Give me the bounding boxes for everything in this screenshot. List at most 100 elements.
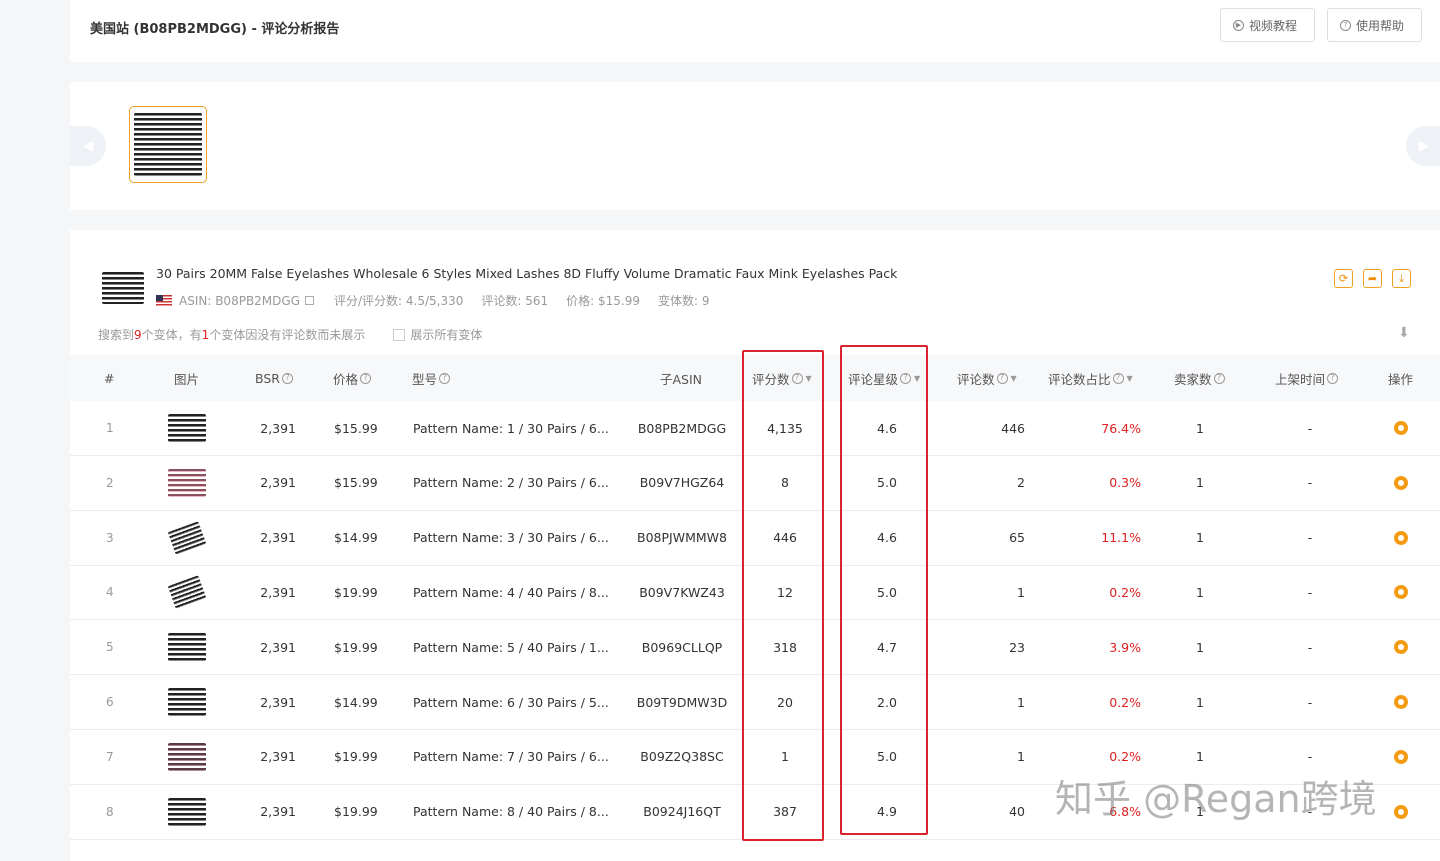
question-icon[interactable]: ? [791, 372, 803, 384]
analyze-icon[interactable] [1394, 640, 1408, 655]
row-action[interactable] [1394, 565, 1408, 619]
table-row: 2 2,391 $15.99 Pattern Name: 2 / 30 Pair… [70, 456, 1440, 511]
row-stars: 4.9 [877, 804, 897, 820]
row-price: $14.99 [334, 530, 378, 546]
question-icon[interactable]: ? [439, 372, 451, 384]
row-sellers: 1 [1196, 584, 1204, 600]
col-listed-date[interactable]: 上架时间? [1275, 355, 1339, 401]
row-action[interactable] [1394, 785, 1408, 839]
row-thumbnail[interactable] [167, 565, 207, 619]
row-reviews: 1 [1017, 749, 1025, 765]
row-listed-date: - [1307, 475, 1313, 491]
row-child-asin[interactable]: B08PJWMMW8 [627, 511, 737, 565]
report-header: 美国站 (B08PB2MDGG) - 评论分析报告 ▶ 视频教程 ? 使用帮助 [70, 0, 1440, 62]
analyze-icon[interactable] [1394, 421, 1408, 435]
col-sellers[interactable]: 卖家数? [1174, 355, 1225, 401]
gallery-thumbnail[interactable] [129, 106, 207, 183]
analyze-icon[interactable] [1394, 530, 1408, 545]
row-bsr: 2,391 [260, 639, 296, 655]
row-thumbnail[interactable] [167, 675, 207, 729]
row-bsr: 2,391 [260, 584, 296, 600]
row-index: 2 [106, 475, 114, 490]
question-icon[interactable]: ? [1213, 372, 1225, 384]
row-child-asin[interactable]: B09V7KWZ43 [627, 565, 737, 619]
row-listed-date: - [1307, 530, 1313, 546]
row-index: 3 [106, 530, 114, 545]
row-bsr: 2,391 [260, 804, 296, 820]
question-icon[interactable]: ? [281, 372, 293, 384]
row-child-asin[interactable]: B09Z2Q38SC [627, 730, 737, 784]
row-thumbnail[interactable] [167, 620, 207, 674]
row-sellers: 1 [1196, 694, 1204, 710]
row-action[interactable] [1394, 456, 1408, 510]
analyze-icon[interactable] [1394, 585, 1408, 600]
question-icon[interactable]: ? [360, 372, 372, 384]
chevron-down-icon[interactable]: ▼ [1011, 374, 1017, 383]
gallery-next-button[interactable]: ▶ [1406, 126, 1440, 166]
analyze-icon[interactable] [1394, 749, 1408, 764]
row-model: Pattern Name: 3 / 30 Pairs / 6... [413, 530, 609, 546]
chevron-down-icon[interactable]: ▼ [1127, 374, 1133, 383]
chevron-down-icon[interactable]: ▼ [806, 374, 812, 383]
row-child-asin[interactable]: B0924J16QT [627, 785, 737, 839]
row-stars: 5.0 [877, 584, 897, 600]
row-price: $19.99 [334, 749, 378, 765]
row-child-asin[interactable]: B09V7HGZ64 [627, 456, 737, 510]
row-stars: 4.7 [877, 639, 897, 655]
table-header: # 图片 BSR? 价格? 型号? 子ASIN 评分数? ▼ 评论星级? ▼ 评论数… [70, 355, 1440, 401]
row-ratings: 318 [773, 639, 797, 655]
row-thumbnail[interactable] [167, 401, 207, 455]
refresh-icon[interactable]: ⟳ [1334, 269, 1353, 288]
show-all-checkbox[interactable] [393, 328, 406, 341]
row-index: 7 [106, 749, 114, 764]
row-reviews: 23 [1009, 639, 1025, 655]
external-link-icon[interactable] [305, 296, 314, 305]
analyze-icon[interactable] [1394, 695, 1408, 709]
analyze-icon[interactable] [1394, 475, 1408, 490]
help-button[interactable]: ? 使用帮助 [1327, 8, 1422, 42]
share-icon[interactable]: ➦ [1363, 269, 1382, 288]
rating-summary: 评分/评分数: 4.5/5,330 [334, 294, 464, 308]
row-thumbnail[interactable] [167, 456, 207, 510]
col-price[interactable]: 价格? [333, 355, 372, 401]
col-reviews[interactable]: 评论数? ▼ [957, 355, 1017, 401]
row-action[interactable] [1394, 620, 1408, 674]
export-icon[interactable]: ⤓ [1392, 269, 1411, 288]
row-price: $15.99 [334, 475, 378, 491]
video-tutorial-button[interactable]: ▶ 视频教程 [1220, 8, 1315, 42]
download-icon[interactable]: ⬇ [1398, 326, 1412, 340]
row-action[interactable] [1394, 401, 1408, 455]
row-bsr: 2,391 [260, 530, 296, 546]
row-index: 1 [106, 421, 114, 435]
page-title: 美国站 (B08PB2MDGG) - 评论分析报告 [90, 22, 340, 37]
show-all-label[interactable]: 展示所有变体 [410, 326, 482, 343]
row-model: Pattern Name: 7 / 30 Pairs / 6... [413, 749, 609, 765]
row-child-asin[interactable]: B09T9DMW3D [627, 675, 737, 729]
row-action[interactable] [1394, 730, 1408, 784]
row-child-asin[interactable]: B08PB2MDGG [627, 401, 737, 455]
row-index: 6 [106, 695, 114, 709]
row-child-asin[interactable]: B0969CLLQP [627, 620, 737, 674]
row-thumbnail[interactable] [167, 785, 207, 839]
row-thumbnail[interactable] [167, 730, 207, 784]
row-ratings: 446 [773, 530, 797, 546]
question-icon[interactable]: ? [1112, 372, 1124, 384]
asin-link[interactable]: ASIN: B08PB2MDGG [179, 294, 300, 308]
col-bsr[interactable]: BSR? [255, 355, 293, 401]
row-listed-date: - [1307, 639, 1313, 655]
row-thumbnail[interactable] [167, 511, 207, 565]
table-row: 3 2,391 $14.99 Pattern Name: 3 / 30 Pair… [70, 511, 1440, 566]
chevron-down-icon[interactable]: ▼ [914, 374, 920, 383]
row-action[interactable] [1394, 675, 1408, 729]
question-icon[interactable]: ? [1327, 372, 1339, 384]
col-model[interactable]: 型号? [412, 355, 451, 401]
row-action[interactable] [1394, 511, 1408, 565]
question-icon[interactable]: ? [996, 372, 1008, 384]
col-review-share[interactable]: 评论数占比? ▼ [1048, 355, 1133, 401]
question-icon[interactable]: ? [900, 372, 912, 384]
row-model: Pattern Name: 1 / 30 Pairs / 6... [413, 420, 609, 436]
analyze-icon[interactable] [1394, 804, 1408, 819]
col-ratings[interactable]: 评分数? ▼ [752, 355, 812, 401]
col-stars[interactable]: 评论星级? ▼ [848, 355, 920, 401]
row-ratings: 20 [777, 694, 793, 710]
